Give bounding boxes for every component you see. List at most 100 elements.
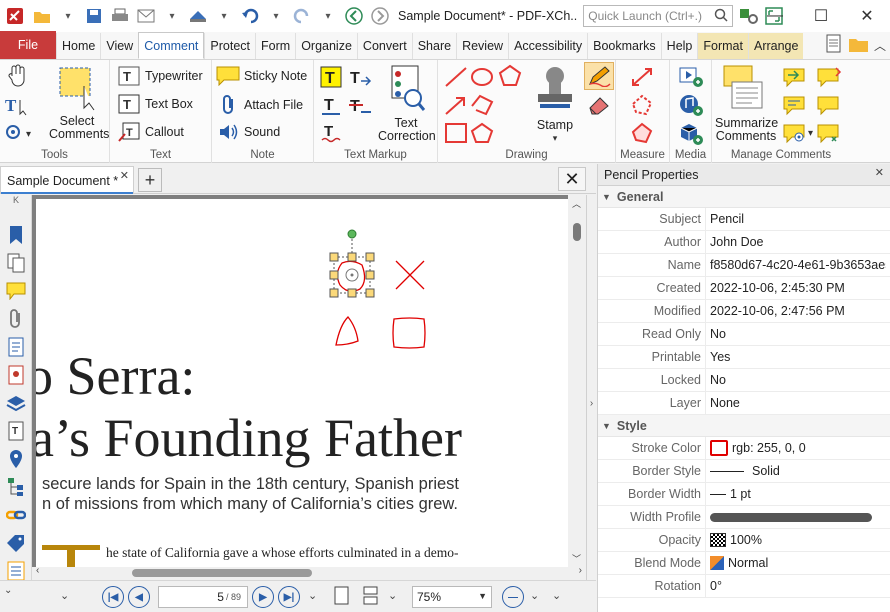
property-row-author[interactable]: Author John Doe bbox=[598, 230, 890, 254]
resize-handle[interactable] bbox=[347, 288, 357, 298]
close-button[interactable]: ✕ bbox=[844, 0, 890, 32]
property-row-layer[interactable]: Layer None bbox=[598, 391, 890, 415]
resize-handle[interactable] bbox=[329, 252, 339, 262]
pencil-square-annotation[interactable] bbox=[392, 317, 426, 349]
property-row-subject[interactable]: Subject Pencil bbox=[598, 207, 890, 231]
vertical-scrollbar[interactable]: ︿ ﹀ bbox=[568, 195, 586, 567]
pencil-triangle-annotation[interactable] bbox=[335, 316, 359, 346]
tab-view[interactable]: View bbox=[100, 33, 138, 59]
pencil-tool-icon[interactable] bbox=[584, 62, 614, 90]
page-number-field[interactable]: 5 / 89 bbox=[158, 586, 248, 608]
resize-handle[interactable] bbox=[329, 270, 339, 280]
close-document-button[interactable]: ✕ bbox=[558, 167, 586, 191]
document-tab[interactable]: Sample Document * ✕ bbox=[0, 166, 134, 194]
panel-splitter[interactable]: › bbox=[586, 195, 596, 612]
zoom-more-icon[interactable]: ⌄ bbox=[530, 589, 539, 602]
property-value[interactable]: No bbox=[706, 327, 886, 341]
attach-file-button[interactable]: Attach File bbox=[220, 94, 303, 116]
resize-handle[interactable] bbox=[365, 288, 375, 298]
arrow-tool-icon[interactable] bbox=[444, 94, 468, 116]
polygon-line-tool-icon[interactable] bbox=[470, 94, 494, 116]
underline-text-icon[interactable]: T bbox=[320, 94, 342, 116]
folder-icon[interactable] bbox=[848, 35, 870, 56]
hand-tool-icon[interactable] bbox=[6, 64, 28, 88]
pentagon-tool-icon[interactable] bbox=[470, 122, 494, 144]
dropdown-icon[interactable]: ▾ bbox=[56, 4, 80, 28]
destinations-panel-icon[interactable] bbox=[4, 447, 28, 471]
document-canvas[interactable]: o Serra: a’s Founding Father secure land… bbox=[32, 195, 586, 567]
comments-list-icon[interactable] bbox=[782, 94, 806, 116]
previous-page-button[interactable]: ◀ bbox=[128, 586, 150, 608]
rotation-handle[interactable] bbox=[347, 229, 357, 239]
general-section-header[interactable]: ▼ General bbox=[598, 186, 890, 208]
comments-panel-icon[interactable] bbox=[4, 279, 28, 303]
close-tab-icon[interactable]: ✕ bbox=[120, 169, 129, 182]
property-row-created[interactable]: Created 2022-10-06, 2:45:30 PM bbox=[598, 276, 890, 300]
scan-icon[interactable] bbox=[186, 4, 210, 28]
single-page-view-icon[interactable] bbox=[334, 586, 350, 609]
property-row-opacity[interactable]: Opacity 100% bbox=[598, 528, 890, 552]
resize-handle[interactable] bbox=[347, 252, 357, 262]
property-row-printable[interactable]: Printable Yes bbox=[598, 345, 890, 369]
property-value[interactable]: Solid bbox=[752, 464, 780, 478]
text-box-button[interactable]: T Text Box bbox=[118, 94, 193, 114]
property-value[interactable]: 1 pt bbox=[730, 487, 751, 501]
property-value[interactable]: None bbox=[706, 396, 886, 410]
continuous-view-icon[interactable] bbox=[362, 586, 380, 609]
export-comments-icon[interactable] bbox=[816, 66, 842, 88]
forward-icon[interactable] bbox=[368, 4, 392, 28]
splitter-arrow-icon[interactable]: › bbox=[590, 398, 593, 409]
links-panel-icon[interactable] bbox=[4, 503, 28, 527]
sticky-note-button[interactable]: Sticky Note bbox=[216, 66, 307, 86]
scroll-right-icon[interactable]: › bbox=[579, 565, 582, 576]
status-more-icon[interactable]: ⌄ bbox=[60, 589, 69, 602]
text-correction-button[interactable]: Text Correction bbox=[376, 64, 436, 143]
undo-icon[interactable] bbox=[238, 4, 262, 28]
rectangle-tool-icon[interactable] bbox=[444, 122, 468, 144]
line-tool-icon[interactable] bbox=[444, 66, 468, 88]
dropdown-icon[interactable]: ▾ bbox=[160, 4, 184, 28]
dropdown-icon[interactable]: ▾ bbox=[264, 4, 288, 28]
tab-accessibility[interactable]: Accessibility bbox=[508, 33, 587, 59]
scroll-up-icon[interactable]: ︿ bbox=[572, 197, 581, 210]
tab-arrange[interactable]: Arrange bbox=[747, 33, 804, 59]
stroke-color-swatch[interactable] bbox=[710, 440, 728, 456]
stamp-dropdown-icon[interactable]: ▾ bbox=[530, 132, 580, 145]
first-page-button[interactable]: |◀ bbox=[102, 586, 124, 608]
property-row-width-profile[interactable]: Width Profile bbox=[598, 505, 890, 529]
horizontal-scrollbar[interactable]: ‹ › bbox=[32, 565, 586, 579]
email-icon[interactable] bbox=[134, 4, 158, 28]
horizontal-scroll-thumb[interactable] bbox=[132, 569, 312, 577]
polygon-tool-icon[interactable] bbox=[498, 64, 522, 88]
nav-more-icon[interactable]: ⌄ bbox=[308, 589, 317, 602]
property-row-name[interactable]: Namef8580d67-4c20-4e61-9b3653ae50.. bbox=[598, 253, 890, 277]
redo-icon[interactable] bbox=[290, 4, 314, 28]
property-row-border-width[interactable]: Border Width 1 pt bbox=[598, 482, 890, 506]
pencil-cross-annotation[interactable] bbox=[395, 260, 425, 290]
property-row-modified[interactable]: Modified 2022-10-06, 2:47:56 PM bbox=[598, 299, 890, 323]
property-value[interactable]: John Doe bbox=[706, 235, 886, 249]
dropdown-icon[interactable]: ▾ bbox=[316, 4, 340, 28]
dropdown-icon[interactable]: ▾ bbox=[212, 4, 236, 28]
measure-area-icon[interactable] bbox=[630, 122, 654, 144]
property-value[interactable]: 2022-10-06, 2:47:56 PM bbox=[706, 304, 886, 318]
signatures-panel-icon[interactable] bbox=[4, 363, 28, 387]
property-value[interactable]: f8580d67-4c20-4e61-9b3653ae50.. bbox=[706, 258, 886, 272]
vertical-scroll-thumb[interactable] bbox=[573, 223, 581, 241]
view-more-icon[interactable]: ⌄ bbox=[388, 589, 397, 602]
tab-home[interactable]: Home bbox=[56, 33, 100, 59]
tags-panel-icon[interactable]: T bbox=[4, 419, 28, 443]
zoom-tool-icon[interactable]: ▾ bbox=[4, 122, 38, 144]
highlight-text-icon[interactable]: T bbox=[320, 66, 342, 88]
import-comments-icon[interactable] bbox=[782, 66, 806, 88]
scroll-left-icon[interactable]: ‹ bbox=[36, 565, 39, 576]
layers-panel-icon[interactable] bbox=[4, 391, 28, 415]
structure-panel-icon[interactable] bbox=[4, 475, 28, 499]
tags-list-panel-icon[interactable] bbox=[4, 531, 28, 555]
tab-file[interactable]: File bbox=[0, 31, 56, 59]
tab-form[interactable]: Form bbox=[255, 33, 295, 59]
save-icon[interactable] bbox=[82, 4, 106, 28]
add-sound-icon[interactable] bbox=[678, 93, 704, 117]
add-video-icon[interactable] bbox=[678, 64, 704, 88]
document-page[interactable]: o Serra: a’s Founding Father secure land… bbox=[36, 199, 569, 567]
